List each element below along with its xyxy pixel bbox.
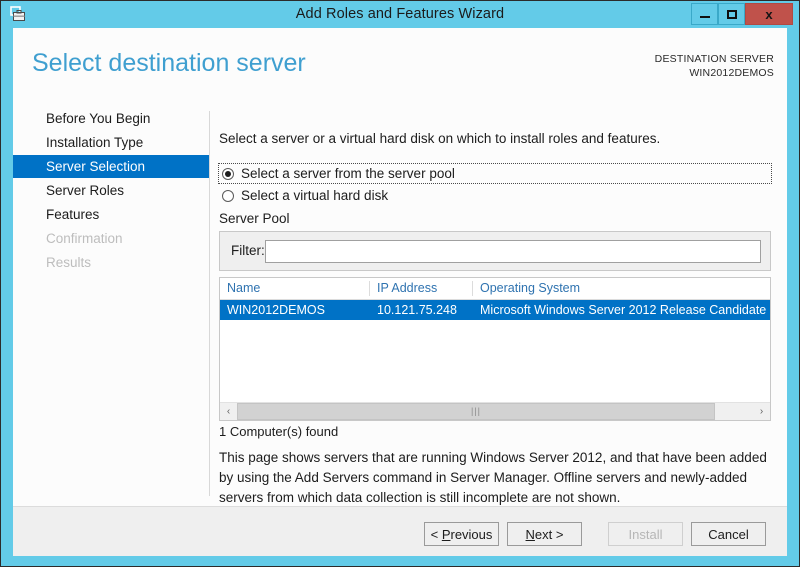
minimize-icon: [699, 15, 710, 18]
maximize-icon: [726, 9, 737, 19]
next-button[interactable]: Next >: [507, 522, 582, 546]
cell-ip-address: 10.121.75.248: [377, 303, 457, 317]
page-title: Select destination server: [32, 49, 306, 77]
wizard-window: Add Roles and Features Wizard x Select d…: [0, 0, 800, 567]
column-header-operating-system[interactable]: Operating System: [473, 278, 770, 299]
sidebar-item-server-roles[interactable]: Server Roles: [13, 179, 210, 202]
install-button: Install: [608, 522, 683, 546]
sidebar-item-confirmation: Confirmation: [46, 231, 123, 246]
window-title: Add Roles and Features Wizard: [295, 6, 505, 22]
destination-server-block: DESTINATION SERVER WIN2012DEMOS: [655, 52, 774, 80]
filter-input[interactable]: [265, 240, 761, 263]
maximize-button[interactable]: [718, 3, 745, 25]
previous-button-label: < Previous: [430, 526, 493, 542]
cell-operating-system: Microsoft Windows Server 2012 Release Ca…: [480, 303, 770, 317]
sidebar-item-installation-type[interactable]: Installation Type: [13, 131, 210, 154]
radio-select-virtual-hard-disk-label: Select a virtual hard disk: [241, 188, 389, 203]
computers-found-text: 1 Computer(s) found: [219, 424, 339, 439]
radio-unselected-icon: [222, 189, 234, 202]
close-button[interactable]: x: [745, 3, 793, 25]
wizard-steps-sidebar: Before You Begin Installation Type Serve…: [13, 101, 210, 505]
sidebar-item-server-selection[interactable]: Server Selection: [13, 155, 210, 178]
table-row[interactable]: WIN2012DEMOS 10.121.75.248 Microsoft Win…: [220, 300, 770, 320]
radio-select-virtual-hard-disk[interactable]: Select a virtual hard disk: [219, 186, 519, 205]
previous-button[interactable]: < Previous: [424, 522, 499, 546]
radio-select-server-from-pool-label: Select a server from the server pool: [241, 166, 455, 181]
chevron-right-icon[interactable]: ›: [753, 403, 770, 420]
filter-panel: Filter:: [219, 231, 771, 271]
radio-select-server-from-pool[interactable]: Select a server from the server pool: [218, 163, 772, 184]
radio-selected-icon: [222, 167, 234, 180]
title-bar: Add Roles and Features Wizard x: [1, 1, 799, 28]
server-pool-group-label: Server Pool: [219, 211, 290, 226]
sidebar-item-before-you-begin[interactable]: Before You Begin: [13, 107, 210, 130]
next-button-label: Next >: [525, 526, 564, 542]
filter-label: Filter:: [231, 243, 265, 258]
list-column-headers: Name IP Address Operating System: [220, 278, 770, 300]
scrollbar-thumb[interactable]: |||: [237, 403, 715, 420]
minimize-button[interactable]: [691, 3, 718, 25]
footer-bar: < Previous Next > Install Cancel: [13, 506, 787, 556]
wizard-content: Select destination server DESTINATION SE…: [13, 28, 787, 556]
main-pane: Select a server or a virtual hard disk o…: [210, 101, 787, 505]
destination-server-label: DESTINATION SERVER: [654, 53, 774, 65]
page-description: This page shows servers that are running…: [219, 450, 767, 505]
server-pool-list[interactable]: Name IP Address Operating System WIN2012…: [219, 277, 771, 421]
column-header-ip-address[interactable]: IP Address: [370, 278, 473, 299]
scrollbar-grip-icon: |||: [470, 406, 481, 416]
cell-name: WIN2012DEMOS: [227, 303, 325, 317]
sidebar-item-features[interactable]: Features: [13, 203, 210, 226]
destination-server-name: WIN2012DEMOS: [689, 67, 774, 79]
horizontal-scrollbar[interactable]: ‹ ||| ›: [220, 402, 770, 420]
cancel-button[interactable]: Cancel: [691, 522, 766, 546]
chevron-left-icon[interactable]: ‹: [220, 403, 237, 420]
instruction-text: Select a server or a virtual hard disk o…: [219, 131, 661, 146]
column-header-name[interactable]: Name: [220, 278, 370, 299]
page-header: Select destination server DESTINATION SE…: [13, 28, 787, 101]
sidebar-item-results: Results: [46, 255, 92, 270]
